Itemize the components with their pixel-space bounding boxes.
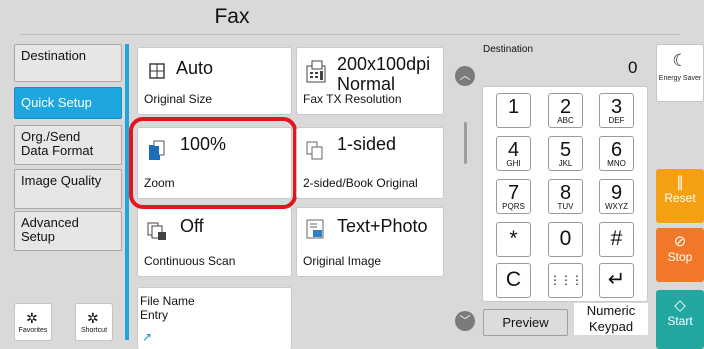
key-4[interactable]: 4 GHI [496,136,531,171]
key-2-digit: 2 [559,96,572,118]
key-0[interactable]: 0 [548,222,583,257]
energy-saver-button[interactable]: ☾ Energy Saver [656,44,704,102]
destination-count: 0 [628,58,638,77]
nav-advanced-setup[interactable]: Advanced Setup [14,211,122,251]
reset-icon: ∥ [676,174,684,191]
scroll-down-button[interactable]: ﹀ [455,311,475,331]
nav-quick-setup[interactable]: Quick Setup [14,87,122,119]
enter-icon: ↵ [607,268,626,291]
start-button[interactable]: ◇ Start [656,290,704,349]
key-7[interactable]: 7 PQRS [496,179,531,214]
original-image-icon [305,218,327,240]
key-9[interactable]: 9 WXYZ [599,179,634,214]
duplex-label: 2-sided/Book Original [303,176,418,190]
key-1[interactable]: 1 [496,93,531,128]
key-8[interactable]: 8 TUV [548,179,583,214]
enter-key[interactable]: ↵ [599,263,634,298]
key-hash-symbol: # [610,227,623,250]
duplex-value: 1-sided [337,134,397,154]
scroll-up-button[interactable]: ︿ [455,66,475,86]
shortcut-button[interactable]: ✲ Shortcut [75,303,113,341]
energy-saver-label: Energy Saver [658,75,702,82]
destination-label: Destination [483,44,534,55]
key-6[interactable]: 6 MNO [599,136,634,171]
start-icon: ◇ [674,297,686,314]
scrollbar-thumb[interactable] [464,122,467,164]
key-7-digit: 7 [507,182,520,204]
key-5-digit: 5 [559,139,572,161]
key-2-letters: ABC [557,116,574,125]
key-3-letters: DEF [608,116,625,125]
chevron-down-icon: ﹀ [459,315,471,327]
favorites-label: Favorites [18,327,48,334]
original-size-tile[interactable]: Auto Original Size [137,47,292,115]
key-8-digit: 8 [559,182,572,204]
numeric-keypad-toggle[interactable]: Numeric Keypad [574,303,648,335]
fax-resolution-tile[interactable]: 200x100dpi Normal Fax TX Resolution [296,47,444,115]
fax-screen: Fax Destination Quick Setup Org./Send Da… [0,0,704,349]
shortcut-label: Shortcut [80,327,108,334]
key-9-letters: WXYZ [604,202,629,211]
key-8-letters: TUV [557,202,574,211]
nav-org-send-data-format[interactable]: Org./Send Data Format [14,125,122,165]
numeric-keypad: 1 2 ABC 3 DEF 4 GHI 5 JKL 6 MNO 7 PQRS 8 TUV 9W… [482,86,648,302]
original-image-value: Text+Photo [337,216,428,236]
grid-icon: ⋮⋮⋮ [549,273,583,287]
favorites-button[interactable]: ✲ Favorites [14,303,52,341]
original-size-value: Auto [176,58,214,78]
stop-icon: ⊘ [673,233,687,250]
key-9-digit: 9 [610,182,623,204]
clear-symbol: C [505,268,522,291]
continuous-scan-label: Continuous Scan [144,254,236,268]
original-image-label: Original Image [303,254,382,268]
title-divider [20,34,680,35]
stop-button[interactable]: ⊘ Stop [656,228,704,282]
key-1-digit: 1 [507,96,520,118]
key-3-digit: 3 [610,96,623,118]
continuous-scan-tile[interactable]: Off Continuous Scan [137,207,292,277]
key-asterisk-symbol: * [509,227,518,250]
preview-button[interactable]: Preview [483,309,568,336]
duplex-tile[interactable]: 1-sided 2-sided/Book Original [296,127,444,199]
key-6-letters: MNO [607,159,626,168]
gear-icon: ✲ [87,310,99,326]
nav-image-quality[interactable]: Image Quality [14,169,122,209]
key-5-letters: JKL [558,159,573,168]
file-name-entry-label: File Name Entry [140,294,195,322]
key-2[interactable]: 2 ABC [548,93,583,128]
key-4-digit: 4 [507,139,520,161]
fax-resolution-value: 200x100dpi Normal [337,54,431,94]
original-size-icon [148,62,170,84]
grid-key[interactable]: ⋮⋮⋮ [548,263,583,298]
key-5[interactable]: 5 JKL [548,136,583,171]
key-6-digit: 6 [610,139,623,161]
original-size-label: Original Size [144,92,213,106]
key-3[interactable]: 3 DEF [599,93,634,128]
key-asterisk[interactable]: * [496,222,531,257]
stop-label: Stop [667,250,693,264]
page-title: Fax [214,5,250,28]
reset-label: Reset [664,191,696,205]
gear-star-icon: ✲ [26,310,38,326]
arrow-icon: ↗ [142,330,153,344]
nav-destination[interactable]: Destination [14,44,122,82]
duplex-icon [305,140,327,162]
key-7-letters: PQRS [502,202,525,211]
start-label: Start [667,314,693,328]
key-4-letters: GHI [506,159,521,168]
clear-key[interactable]: C [496,263,531,298]
key-0-digit: 0 [559,227,572,250]
continuous-scan-value: Off [180,216,204,236]
file-name-entry-tile[interactable]: File Name Entry ↗ [137,287,292,349]
moon-icon: ☾ [672,51,688,70]
key-hash[interactable]: # [599,222,634,257]
zoom-highlight [129,117,297,209]
chevron-up-icon: ︿ [459,70,471,82]
continuous-scan-icon [146,220,168,242]
reset-button[interactable]: ∥ Reset [656,169,704,223]
fax-resolution-icon [305,60,327,83]
fax-resolution-label: Fax TX Resolution [303,92,402,106]
original-image-tile[interactable]: Text+Photo Original Image [296,207,444,277]
